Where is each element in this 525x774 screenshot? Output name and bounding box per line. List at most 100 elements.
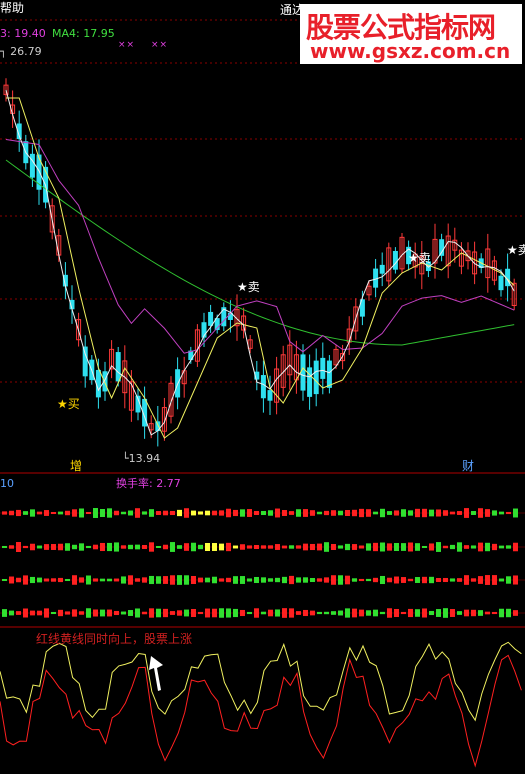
turnover-bar (450, 511, 455, 515)
turnover-bar (492, 575, 497, 585)
turnover-bar (310, 543, 315, 551)
turnover-bar (513, 575, 518, 585)
ma-readout-b: MA4: 17.95 (52, 27, 115, 40)
turnover-bar (198, 544, 203, 550)
candle-body (82, 346, 88, 377)
turnover-bar (506, 545, 511, 549)
turnover-bar (2, 609, 7, 617)
turnover-bar (317, 611, 322, 615)
turnover-bar (317, 543, 322, 551)
turnover-bar (310, 610, 315, 616)
turnover-bar (240, 544, 245, 550)
turnover-bar (282, 608, 287, 618)
turnover-bar (387, 608, 392, 618)
turnover-bar (331, 510, 336, 516)
turnover-bar (100, 542, 105, 552)
turnover-bar (240, 509, 245, 517)
turnover-bar (268, 510, 273, 516)
turnover-bar (394, 542, 399, 552)
turnover-bar (317, 511, 322, 515)
turnover-bar (107, 542, 112, 552)
turnover-bar (492, 611, 497, 615)
turnover-bar (359, 578, 364, 582)
candle-body (392, 250, 398, 270)
turnover-bar (429, 576, 434, 584)
turnover-bar (9, 510, 14, 516)
candle-body (320, 357, 326, 379)
turnover-bar (345, 575, 350, 585)
turnover-bar (198, 611, 203, 615)
turnover-bar (191, 510, 196, 516)
turnover-bar (415, 609, 420, 617)
turnover-bar (499, 578, 504, 582)
turnover-bar (135, 544, 140, 550)
turnover-bar (233, 608, 238, 618)
turnover-bar (44, 578, 49, 582)
osc-annotation: 红线黄线同时向上，股票上涨 (36, 632, 193, 646)
turnover-bar (296, 545, 301, 549)
turnover-bar (352, 608, 357, 618)
ma-line-magenta (5, 139, 515, 354)
turnover-bar (65, 543, 70, 551)
turnover-bar (114, 578, 119, 582)
candle-body (115, 352, 121, 382)
turnover-bar (107, 508, 112, 518)
turnover-bar (72, 609, 77, 617)
turnover-bar (247, 578, 252, 582)
turnover-bar (205, 608, 210, 618)
turnover-bar (499, 511, 504, 515)
turnover-bar (86, 511, 91, 515)
ma-line-white (5, 89, 515, 436)
turnover-bar (163, 576, 168, 584)
candle-body (307, 367, 313, 397)
turnover-bar (436, 542, 441, 552)
turnover-bar (303, 609, 308, 617)
candle-body (313, 360, 319, 395)
turnover-bar (457, 611, 462, 615)
candle-body (260, 375, 266, 399)
turnover-bar (142, 511, 147, 515)
turnover-bar (177, 610, 182, 616)
turnover-bar (170, 575, 175, 585)
turnover-bar (163, 510, 168, 516)
turnover-bar (485, 575, 490, 585)
turnover-bar (366, 578, 371, 582)
turnover-bar (394, 608, 399, 618)
turnover-bar (44, 544, 49, 550)
turnover-bar (338, 545, 343, 549)
turnover-bar (387, 543, 392, 551)
turnover-bar (128, 575, 133, 585)
turnover-bar (2, 511, 7, 515)
turnover-bar (499, 608, 504, 618)
turnover-bar (296, 611, 301, 615)
turnover-bar (93, 578, 98, 582)
turnover-bar (142, 577, 147, 583)
price-low-label: └13.94 (122, 452, 161, 465)
turnover-title: 换手率: 2.77 (116, 477, 181, 490)
candle-body (379, 264, 385, 274)
tag-left: 增 (70, 459, 83, 473)
turnover-bar (205, 542, 210, 552)
turnover-bar (324, 577, 329, 583)
turnover-bar (331, 611, 336, 615)
turnover-bar (289, 511, 294, 515)
turnover-bar (226, 608, 231, 618)
turnover-bar (513, 508, 518, 518)
turnover-bar (254, 510, 259, 516)
turnover-bar (184, 543, 189, 551)
turnover-bar (450, 544, 455, 550)
turnover-bar (233, 509, 238, 517)
turnover-bar (415, 543, 420, 551)
turnover-bar (233, 576, 238, 584)
turnover-bar (282, 545, 287, 549)
turnover-bar (191, 575, 196, 585)
turnover-bar (268, 609, 273, 617)
turnover-bar (191, 608, 196, 618)
turnover-bar (226, 542, 231, 552)
price-high-value: 26.79 (10, 45, 42, 58)
turnover-bar (289, 608, 294, 618)
turnover-bar (506, 511, 511, 515)
turnover-bar (219, 608, 224, 618)
candle-body (326, 360, 332, 388)
turnover-bar (506, 576, 511, 584)
